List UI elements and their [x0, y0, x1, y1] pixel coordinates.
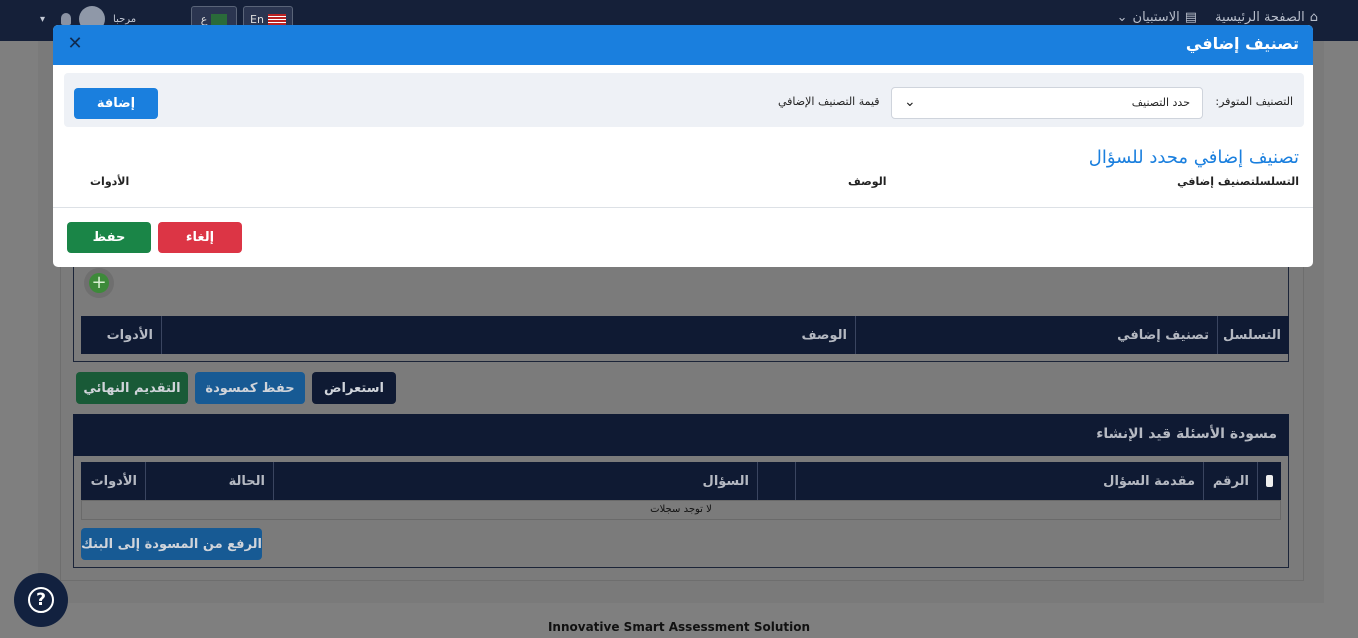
col-desc: الوصف: [161, 316, 855, 354]
save-button[interactable]: حفظ: [67, 222, 151, 253]
select-all-checkbox[interactable]: [1257, 462, 1281, 500]
classification-select[interactable]: حدد التصنيف ⌄: [891, 87, 1203, 119]
class-value-label: قيمة التصنيف الإضافي: [778, 95, 880, 108]
filter-panel: التصنيف المتوفر: حدد التصنيف ⌄ قيمة التص…: [64, 73, 1304, 127]
checkbox-icon: [1266, 475, 1273, 487]
sa-flag-icon: [211, 13, 228, 25]
col-class: تصنيف إضافي: [855, 316, 1217, 354]
modal-title: تصنيف إضافي: [1185, 34, 1299, 53]
classification-table-header: التسلسل تصنيف إضافي الوصف الأدوات: [81, 316, 1289, 354]
final-submit-button[interactable]: التقديم النهائي: [76, 372, 188, 404]
col-tools: الأدوات: [90, 473, 137, 489]
select-value: حدد التصنيف: [1131, 96, 1190, 109]
col-desc: الوصف: [848, 175, 887, 188]
divider: [53, 207, 1313, 208]
footer-text: Innovative Smart Assessment Solution: [547, 620, 811, 634]
col-seq: التسلسل: [1217, 316, 1289, 354]
classification-modal: تصنيف إضافي ✕ التصنيف المتوفر: حدد التصن…: [53, 25, 1313, 267]
col-intro: مقدمة السؤال: [795, 462, 1203, 500]
lang-en-label: En: [250, 12, 264, 26]
col-question: السؤال: [273, 462, 757, 500]
nav-home[interactable]: ⌂ الصفحة الرئيسية: [1215, 10, 1318, 25]
help-button[interactable]: ?: [14, 573, 68, 627]
chevron-down-icon: ⌄: [904, 94, 916, 110]
col-tools: الأدوات: [106, 327, 153, 343]
caret-down-icon: ▾: [40, 13, 46, 25]
col-empty: [757, 462, 795, 500]
nav-survey-label: الاستبيان: [1132, 10, 1180, 25]
nav-home-label: الصفحة الرئيسية: [1215, 10, 1305, 25]
home-icon: ⌂: [1309, 10, 1318, 25]
chevron-down-icon: ⌄: [1116, 10, 1128, 25]
draft-title: مسودة الأسئلة قيد الإنشاء: [73, 414, 1289, 456]
no-records-text: لا توجد سجلات: [81, 500, 1281, 520]
upload-to-bank-button[interactable]: الرفع من المسودة إلى البنك: [81, 528, 262, 560]
help-icon: ?: [28, 587, 54, 613]
available-class-label: التصنيف المتوفر:: [1215, 95, 1293, 108]
draft-table-header: الرقم مقدمة السؤال السؤال الحالة الأدوات: [81, 462, 1281, 500]
close-icon[interactable]: ✕: [65, 34, 85, 54]
lang-ar-label: ع: [200, 12, 208, 26]
section-title: تصنيف إضافي محدد للسؤال: [1088, 147, 1299, 168]
add-button[interactable]: إضافة: [74, 88, 158, 119]
greeting-text: مرحبا: [113, 13, 137, 25]
preview-button[interactable]: استعراض: [312, 372, 396, 404]
clipboard-icon: ▤: [1184, 10, 1198, 25]
col-num: الرقم: [1203, 462, 1257, 500]
save-draft-button[interactable]: حفظ كمسودة: [195, 372, 305, 404]
modal-header: تصنيف إضافي ✕: [53, 25, 1313, 65]
nav-survey[interactable]: ▤ الاستبيان ⌄: [1117, 10, 1197, 25]
main-nav: ⌂ الصفحة الرئيسية ▤ الاستبيان ⌄: [1117, 10, 1318, 25]
bell-icon[interactable]: [61, 13, 72, 25]
col-seq-class: التسلسلتصنيف إضافي: [1177, 175, 1299, 188]
cancel-button[interactable]: إلغاء: [158, 222, 242, 253]
us-flag-icon: [267, 13, 286, 25]
col-tools: الأدوات: [90, 175, 130, 188]
col-status: الحالة: [145, 462, 273, 500]
